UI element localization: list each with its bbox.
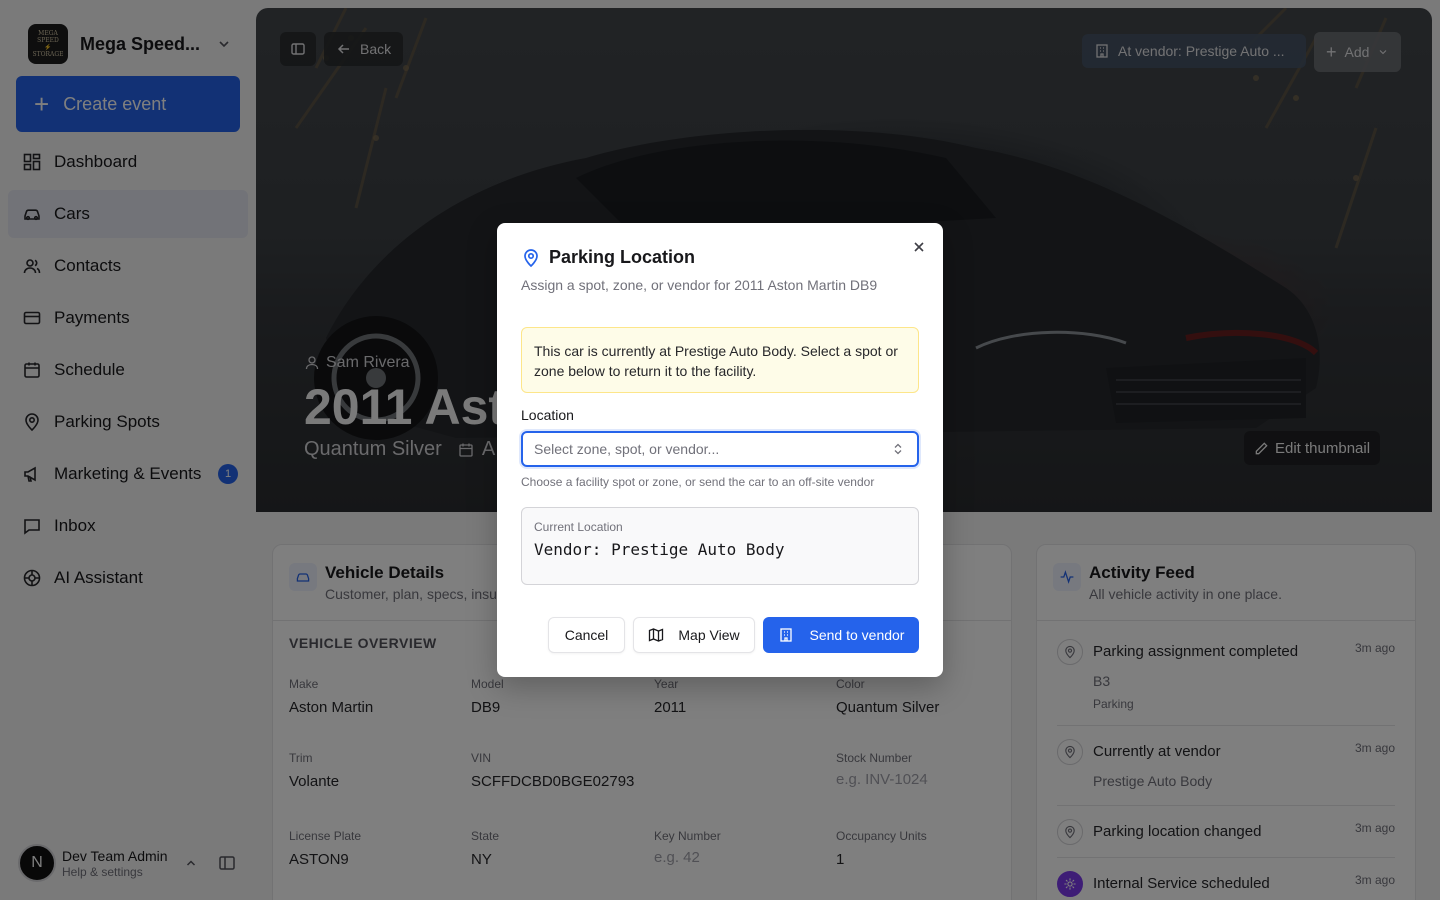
map-icon: [649, 628, 664, 642]
current-location-value: Vendor: Prestige Auto Body: [534, 540, 785, 559]
vendor-alert: This car is currently at Prestige Auto B…: [521, 327, 919, 393]
building-icon: [779, 628, 792, 642]
close-icon[interactable]: [911, 239, 927, 255]
location-help-text: Choose a facility spot or zone, or send …: [521, 475, 875, 489]
dialog-title-text: Parking Location: [549, 247, 696, 267]
cancel-button[interactable]: Cancel: [548, 617, 625, 653]
map-view-label: Map View: [678, 627, 740, 643]
map-view-button[interactable]: Map View: [633, 617, 755, 653]
send-to-vendor-label: Send to vendor: [809, 627, 905, 643]
location-label: Location: [521, 407, 574, 423]
parking-location-dialog: Parking Location Assign a spot, zone, or…: [497, 223, 943, 677]
current-location-box: Current Location Vendor: Prestige Auto B…: [521, 507, 919, 585]
location-select-placeholder: Select zone, spot, or vendor...: [534, 441, 720, 457]
map-pin-icon: [524, 248, 538, 267]
dialog-description: Assign a spot, zone, or vendor for 2011 …: [521, 277, 878, 293]
send-to-vendor-button[interactable]: Send to vendor: [763, 617, 919, 653]
current-location-label: Current Location: [534, 520, 623, 534]
dialog-title: Parking Location: [521, 247, 695, 268]
location-select[interactable]: Select zone, spot, or vendor...: [521, 431, 919, 467]
chevron-up-down-icon: [894, 443, 902, 455]
cancel-label: Cancel: [564, 627, 609, 643]
